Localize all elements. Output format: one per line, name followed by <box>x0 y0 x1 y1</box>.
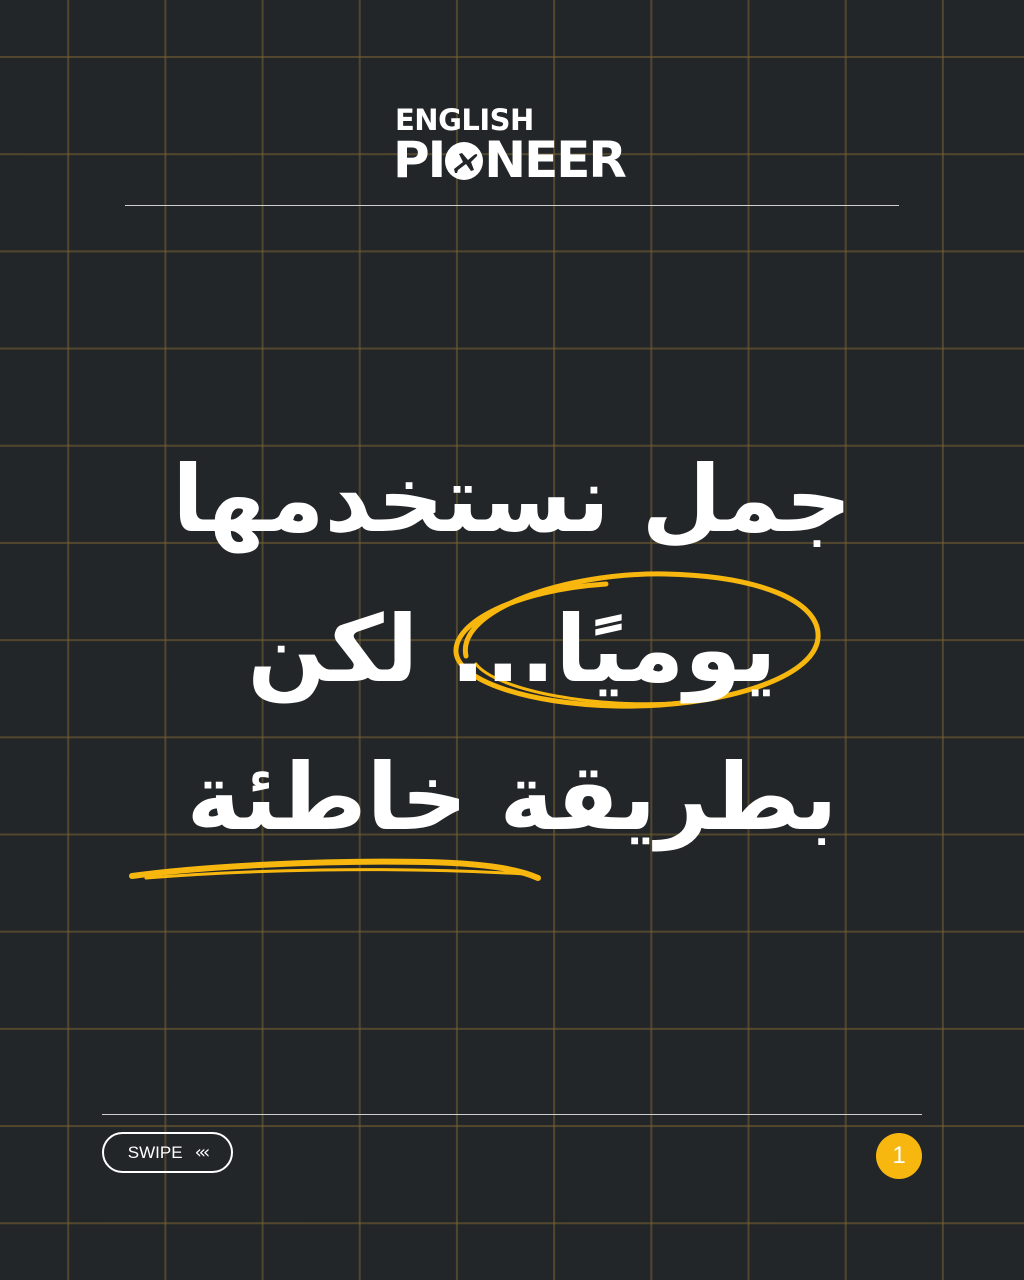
swipe-button[interactable]: SWIPE ‹‹‹ <box>102 1132 233 1173</box>
logo-text-part2: NEER <box>484 131 627 189</box>
logo-text-part1: PI <box>393 131 446 189</box>
page-number-badge: 1 <box>876 1133 922 1179</box>
brand-logo: ENGLISH PI NEER <box>393 104 633 189</box>
logo-text-bottom: PI NEER <box>393 131 627 189</box>
headline-line-1: جمل نستخدمها <box>172 446 852 553</box>
headline-line-3: بطريقة خاطئة <box>186 744 838 851</box>
swipe-label: SWIPE <box>127 1142 183 1162</box>
headline-line-2: يوميًا... لكن <box>247 596 777 703</box>
top-divider <box>125 205 899 206</box>
bottom-divider <box>102 1114 922 1115</box>
highlight-underline <box>129 858 541 881</box>
chevrons-left-icon: ‹‹‹ <box>194 1141 211 1163</box>
plane-icon <box>445 142 484 180</box>
